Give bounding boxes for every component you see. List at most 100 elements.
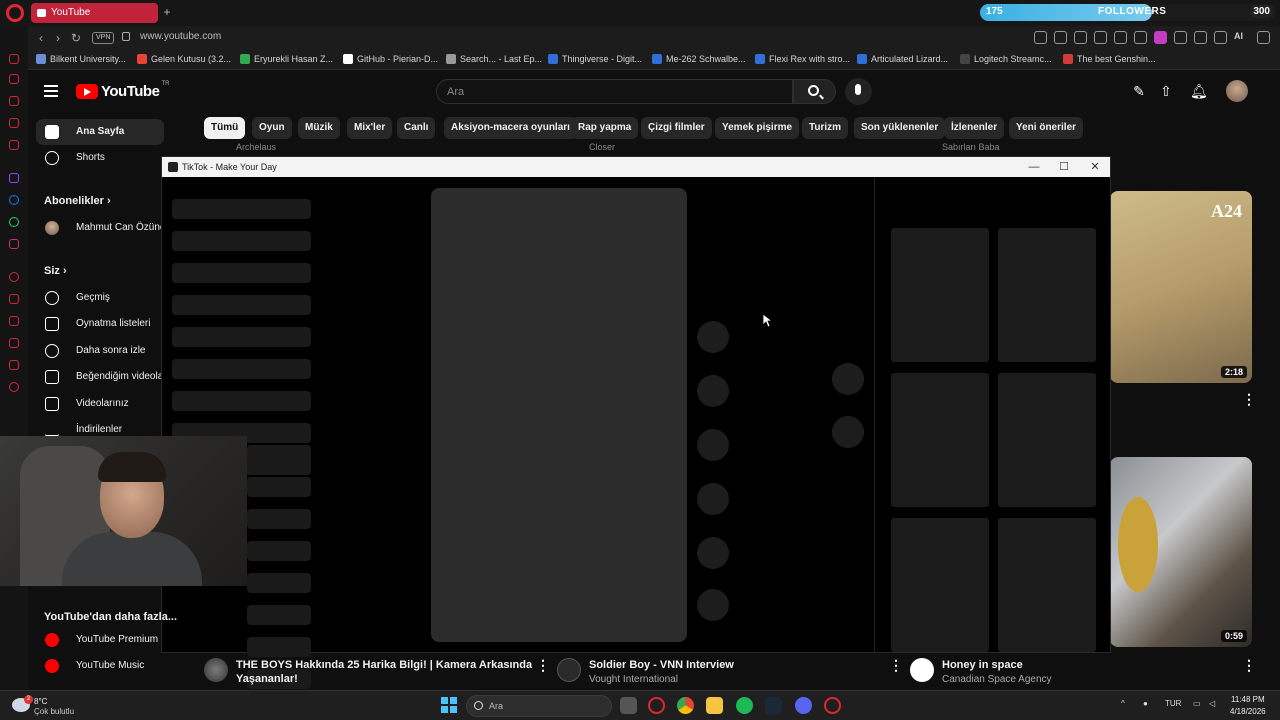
vpn-badge[interactable]: VPN xyxy=(92,32,115,44)
windows-start-icon[interactable] xyxy=(441,697,457,713)
messenger-icon[interactable] xyxy=(9,195,19,205)
chip-4[interactable]: Canlı xyxy=(397,117,436,139)
tray-mic-icon[interactable]: ● xyxy=(1143,699,1148,708)
bookmark-item[interactable]: Me-262 Schwalbe... xyxy=(652,54,746,64)
extension-icon[interactable] xyxy=(1154,31,1167,44)
taskbar-search-input[interactable]: Ara xyxy=(466,695,612,717)
chip-2[interactable]: Müzik xyxy=(298,117,340,139)
chip-3[interactable]: Mix'ler xyxy=(347,117,393,139)
voice-search-button[interactable] xyxy=(845,78,872,105)
sidebar-ai-icon[interactable] xyxy=(9,74,19,84)
more-options-icon[interactable] xyxy=(889,657,903,674)
channel-name[interactable]: Vought International xyxy=(589,674,678,685)
lock-icon[interactable] xyxy=(122,32,130,41)
url-field[interactable]: www.youtube.com xyxy=(140,31,221,42)
spotify-icon[interactable] xyxy=(736,697,753,714)
avatar[interactable] xyxy=(1226,80,1248,102)
more-options-icon[interactable] xyxy=(1242,657,1256,674)
minimize-button[interactable]: — xyxy=(1019,157,1049,177)
bookmark-item[interactable]: Gelen Kutusu (3.2... xyxy=(137,54,231,64)
sidebar-item-shorts[interactable]: Shorts xyxy=(36,145,164,171)
video-title[interactable]: Soldier Boy - VNN Interview xyxy=(589,658,734,672)
video-thumbnail[interactable]: A24 2:18 xyxy=(1110,191,1252,383)
action-button-placeholder[interactable] xyxy=(697,375,729,407)
video-placeholder[interactable] xyxy=(431,188,687,642)
steam-icon[interactable] xyxy=(765,697,782,714)
reload-icon[interactable]: ↻ xyxy=(69,31,83,45)
heart-icon[interactable] xyxy=(1114,31,1127,44)
video-title[interactable]: Honey in space xyxy=(942,658,1023,672)
instagram-icon[interactable] xyxy=(9,239,19,249)
chrome-icon[interactable] xyxy=(677,697,694,714)
tab-youtube[interactable]: YouTube xyxy=(31,3,158,23)
opera-icon[interactable] xyxy=(824,697,841,714)
sidebar-item-history[interactable]: Geçmiş xyxy=(36,285,164,311)
chip-12[interactable]: Yeni öneriler xyxy=(1009,117,1084,139)
subscriptions-header[interactable]: Abonelikler › xyxy=(44,195,111,207)
chip-0[interactable]: Tümü xyxy=(204,117,246,139)
chip-5[interactable]: Aksiyon-macera oyunları xyxy=(444,117,577,139)
opera-logo-icon[interactable] xyxy=(6,4,24,22)
maximize-button[interactable]: ☐ xyxy=(1049,157,1079,177)
sidebar-item-liked[interactable]: Beğendiğim videolar xyxy=(36,364,164,390)
video-card[interactable]: Honey in space Canadian Space Agency xyxy=(910,656,1256,690)
popup-title-bar[interactable]: TikTok - Make Your Day — ☐ ✕ xyxy=(162,157,1110,177)
sidebar-wallet-icon[interactable] xyxy=(9,118,19,128)
sidebar-music-icon[interactable] xyxy=(9,272,19,282)
sidebar-history-icon[interactable] xyxy=(9,338,19,348)
crop-icon[interactable] xyxy=(1054,31,1067,44)
discord-icon[interactable] xyxy=(795,697,812,714)
bookmark-item[interactable]: Search... - Last Ep... xyxy=(446,54,542,64)
sidebar-item-your-videos[interactable]: Videolarınız xyxy=(36,391,164,417)
shield-icon[interactable] xyxy=(1074,31,1087,44)
notifications-bell-icon[interactable]: 🔔︎ xyxy=(1190,83,1208,99)
sidebar-bag-icon[interactable] xyxy=(9,96,19,106)
menu-hamburger-icon[interactable] xyxy=(44,85,58,97)
video-card[interactable]: Soldier Boy - VNN Interview Vought Inter… xyxy=(557,656,903,690)
action-button-placeholder[interactable] xyxy=(697,429,729,461)
grid-thumbnail-placeholder[interactable] xyxy=(998,518,1096,652)
box-icon[interactable] xyxy=(1134,31,1147,44)
sidebar-item-channel[interactable]: Mahmut Can Özünel xyxy=(36,215,164,241)
you-header[interactable]: Siz › xyxy=(44,265,67,277)
bookmark-item[interactable]: Eryurekli Hasan Z... xyxy=(240,54,333,64)
twitch-icon[interactable] xyxy=(9,173,19,183)
video-thumbnail[interactable]: 0:59 xyxy=(1110,457,1252,647)
new-tab-button[interactable]: + xyxy=(161,5,173,19)
back-icon[interactable]: ‹ xyxy=(34,31,48,45)
sidebar-box-icon[interactable] xyxy=(9,294,19,304)
action-button-placeholder[interactable] xyxy=(832,416,864,448)
chip-9[interactable]: Turizm xyxy=(802,117,849,139)
sidebar-item-playlists[interactable]: Oynatma listeleri xyxy=(36,311,164,337)
more-options-icon[interactable] xyxy=(1242,391,1256,408)
language-indicator[interactable]: TUR xyxy=(1165,699,1181,708)
close-button[interactable]: ✕ xyxy=(1080,157,1110,177)
wallet-icon[interactable] xyxy=(1194,31,1207,44)
grid-thumbnail-placeholder[interactable] xyxy=(891,518,989,652)
video-title-line2[interactable]: Yaşananlar! xyxy=(236,672,298,686)
menu-icon[interactable] xyxy=(1257,31,1270,44)
network-icon[interactable]: ▭ xyxy=(1193,699,1201,708)
bookmark-item[interactable]: Flexi Rex with stro... xyxy=(755,54,850,64)
search-input[interactable]: Ara xyxy=(436,79,793,104)
video-card[interactable]: THE BOYS Hakkında 25 Harika Bilgi! | Kam… xyxy=(204,656,550,690)
action-button-placeholder[interactable] xyxy=(697,483,729,515)
youtube-logo[interactable]: YouTube TR xyxy=(76,81,169,100)
ai-button[interactable]: AI xyxy=(1234,31,1250,44)
forward-icon[interactable]: › xyxy=(51,31,65,45)
grid-thumbnail-placeholder[interactable] xyxy=(891,228,989,362)
puzzle-icon[interactable] xyxy=(1174,31,1187,44)
upload-icon[interactable]: ⇧ xyxy=(1158,83,1174,99)
action-button-placeholder[interactable] xyxy=(697,589,729,621)
sidebar-player-icon[interactable] xyxy=(9,140,19,150)
chip-10[interactable]: Son yüklenenler xyxy=(854,117,946,139)
sidebar-heart-icon[interactable] xyxy=(9,360,19,370)
chip-1[interactable]: Oyun xyxy=(252,117,292,139)
sidebar-item-watch-later[interactable]: Daha sonra izle xyxy=(36,338,164,364)
file-explorer-icon[interactable] xyxy=(706,697,723,714)
grid-thumbnail-placeholder[interactable] xyxy=(998,228,1096,362)
more-options-icon[interactable] xyxy=(536,657,550,674)
volume-icon[interactable]: ◁ xyxy=(1209,699,1215,708)
sidebar-list-icon[interactable] xyxy=(9,316,19,326)
play-icon[interactable] xyxy=(1094,31,1107,44)
